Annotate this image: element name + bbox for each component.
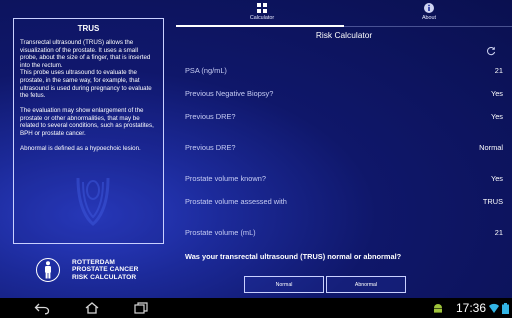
info-paragraph-1: Transrectal ultrasound (TRUS) allows the…	[20, 39, 152, 100]
row-previous-negative-biopsy[interactable]: Previous Negative Biopsy? Yes	[185, 89, 503, 101]
tab-calculator-label: Calculator	[249, 15, 275, 21]
row-value: TRUS	[482, 197, 503, 206]
row-value: Yes	[490, 89, 503, 98]
row-value: Yes	[490, 174, 503, 183]
person-icon	[36, 258, 60, 282]
row-label: PSA (ng/mL)	[185, 66, 227, 75]
trus-question: Was your transrectal ultrasound (TRUS) n…	[185, 252, 402, 261]
row-prostate-volume-known[interactable]: Prostate volume known? Yes	[185, 174, 503, 186]
row-dre-result[interactable]: Previous DRE? Normal	[185, 143, 503, 155]
logo-line-1: ROTTERDAM	[72, 259, 116, 267]
row-label: Prostate volume known?	[185, 174, 266, 183]
row-previous-dre[interactable]: Previous DRE? Yes	[185, 112, 503, 124]
system-navigation-bar: 17:36	[0, 298, 512, 318]
info-box: TRUS Transrectal ultrasound (TRUS) allow…	[13, 18, 164, 244]
tab-calculator[interactable]: Calculator	[232, 3, 292, 21]
row-value: 21	[494, 66, 503, 75]
row-psa[interactable]: PSA (ng/mL) 21	[185, 66, 503, 78]
row-label: Prostate volume assessed with	[185, 197, 287, 206]
tab-about[interactable]: About	[399, 3, 459, 21]
calculator-title: Risk Calculator	[315, 30, 373, 40]
refresh-icon[interactable]	[486, 46, 496, 56]
info-paragraph-3: Abnormal is defined as a hypoechoic lesi…	[20, 145, 141, 153]
grid-icon	[257, 3, 267, 13]
right-panel: Calculator About Risk Calculator PSA (ng…	[176, 0, 512, 298]
tab-about-label: About	[421, 15, 437, 21]
row-label: Prostate volume (mL)	[185, 228, 256, 237]
logo-line-3: RISK CALCULATOR	[72, 273, 137, 281]
info-title: TRUS	[77, 24, 100, 33]
left-panel: TRUS Transrectal ultrasound (TRUS) allow…	[0, 0, 176, 298]
row-value: 21	[494, 228, 503, 237]
row-prostate-volume[interactable]: Prostate volume (mL) 21	[185, 228, 503, 240]
battery-icon	[502, 303, 509, 314]
normal-button[interactable]: Normal	[244, 276, 324, 293]
abnormal-button[interactable]: Abnormal	[326, 276, 406, 293]
back-icon[interactable]	[34, 301, 50, 315]
home-icon[interactable]	[84, 301, 100, 315]
app-logo: ROTTERDAM PROSTATE CANCER RISK CALCULATO…	[36, 258, 138, 282]
row-prostate-volume-assessed[interactable]: Prostate volume assessed with TRUS	[185, 197, 503, 209]
logo-text: ROTTERDAM PROSTATE CANCER RISK CALCULATO…	[72, 259, 138, 281]
tab-bar: Calculator About	[176, 0, 512, 27]
row-label: Previous Negative Biopsy?	[185, 89, 274, 98]
wifi-icon	[489, 303, 499, 313]
info-icon	[424, 3, 434, 13]
info-paragraph-2: The evaluation may show enlargement of t…	[20, 107, 154, 138]
tab-selected-indicator	[176, 25, 344, 27]
row-label: Previous DRE?	[185, 112, 236, 121]
app-window: TRUS Transrectal ultrasound (TRUS) allow…	[0, 0, 512, 298]
android-icon	[434, 304, 442, 313]
row-value: Yes	[490, 112, 503, 121]
row-value: Normal	[479, 143, 503, 152]
recents-icon[interactable]	[133, 301, 149, 315]
row-label: Previous DRE?	[185, 143, 236, 152]
answer-buttons: Normal Abnormal	[244, 276, 406, 293]
logo-line-2: PROSTATE CANCER	[72, 266, 139, 274]
clock: 17:36	[456, 301, 487, 315]
